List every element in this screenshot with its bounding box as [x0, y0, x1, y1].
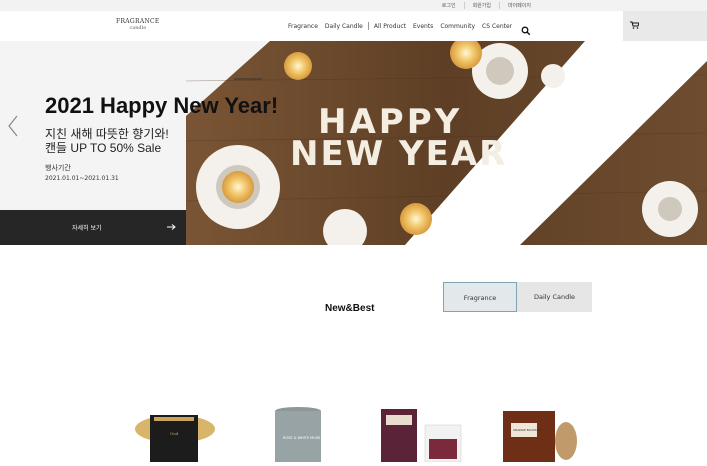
nav-all-product[interactable]: All Product [374, 23, 406, 30]
hero-period-label: 행사기간 [45, 164, 71, 172]
hero-subtitle-2: 캔들 UP TO 50% Sale [45, 141, 162, 155]
svg-text:ORANGE BLOSSOM: ORANGE BLOSSOM [513, 428, 542, 432]
arrow-right-icon [167, 224, 176, 230]
tab-daily-candle[interactable]: Daily Candle [517, 282, 592, 312]
tab-fragrance[interactable]: Fragrance [443, 282, 517, 312]
product-image-4[interactable]: ORANGE BLOSSOM [503, 411, 577, 462]
nav-divider [367, 22, 369, 30]
nav-fragrance[interactable]: Fragrance [288, 23, 318, 30]
login-link[interactable]: 로그인 [434, 2, 464, 9]
nav-events[interactable]: Events [413, 23, 433, 30]
chevron-left-icon [8, 115, 18, 137]
hero-banner: HAPPY NEW YEAR 2021 Happy New Year! 지친 새… [0, 41, 707, 245]
product-list: Oud ROSE & WHITE MUSK ORANGE BLOSSOM [0, 395, 707, 463]
cart-icon [630, 21, 639, 29]
cart-button[interactable] [623, 11, 707, 41]
logo[interactable]: FRAGRANCE candle [116, 19, 160, 32]
product-image-1[interactable]: Oud [135, 415, 215, 462]
header: FRAGRANCE candle Fragrance Daily Candle … [0, 11, 707, 41]
hero-title: 2021 Happy New Year! [45, 93, 279, 118]
utility-links: 로그인 회원가입 마이페이지 [434, 2, 539, 9]
search-icon[interactable] [521, 21, 531, 36]
hero-image-text-new-year: NEW YEAR [290, 134, 507, 174]
product-image-3[interactable] [381, 409, 462, 463]
nav-cs-center[interactable]: CS Center [482, 23, 512, 30]
nav-community[interactable]: Community [440, 23, 475, 30]
product-image-2[interactable]: ROSE & WHITE MUSK [275, 407, 321, 462]
signup-link[interactable]: 회원가입 [463, 2, 499, 9]
product-images: Oud ROSE & WHITE MUSK ORANGE BLOSSOM [135, 407, 577, 463]
nav-daily-candle[interactable]: Daily Candle [325, 23, 363, 30]
section-title: New&Best [325, 303, 375, 314]
main-nav: Fragrance Daily Candle All Product Event… [288, 22, 519, 30]
category-tabs: Fragrance Daily Candle [443, 282, 592, 312]
prev-slide-button[interactable] [6, 114, 20, 138]
logo-line2: candle [129, 25, 147, 31]
detail-button[interactable]: 자세히 보기 [0, 210, 186, 245]
svg-text:Oud: Oud [170, 431, 179, 436]
svg-text:ROSE & WHITE MUSK: ROSE & WHITE MUSK [283, 436, 321, 440]
mypage-link[interactable]: 마이페이지 [498, 2, 539, 9]
detail-button-label: 자세히 보기 [72, 225, 102, 232]
hero-period: 2021.01.01~2021.01.31 [45, 175, 119, 182]
top-utility-bar: 로그인 회원가입 마이페이지 [0, 0, 707, 11]
